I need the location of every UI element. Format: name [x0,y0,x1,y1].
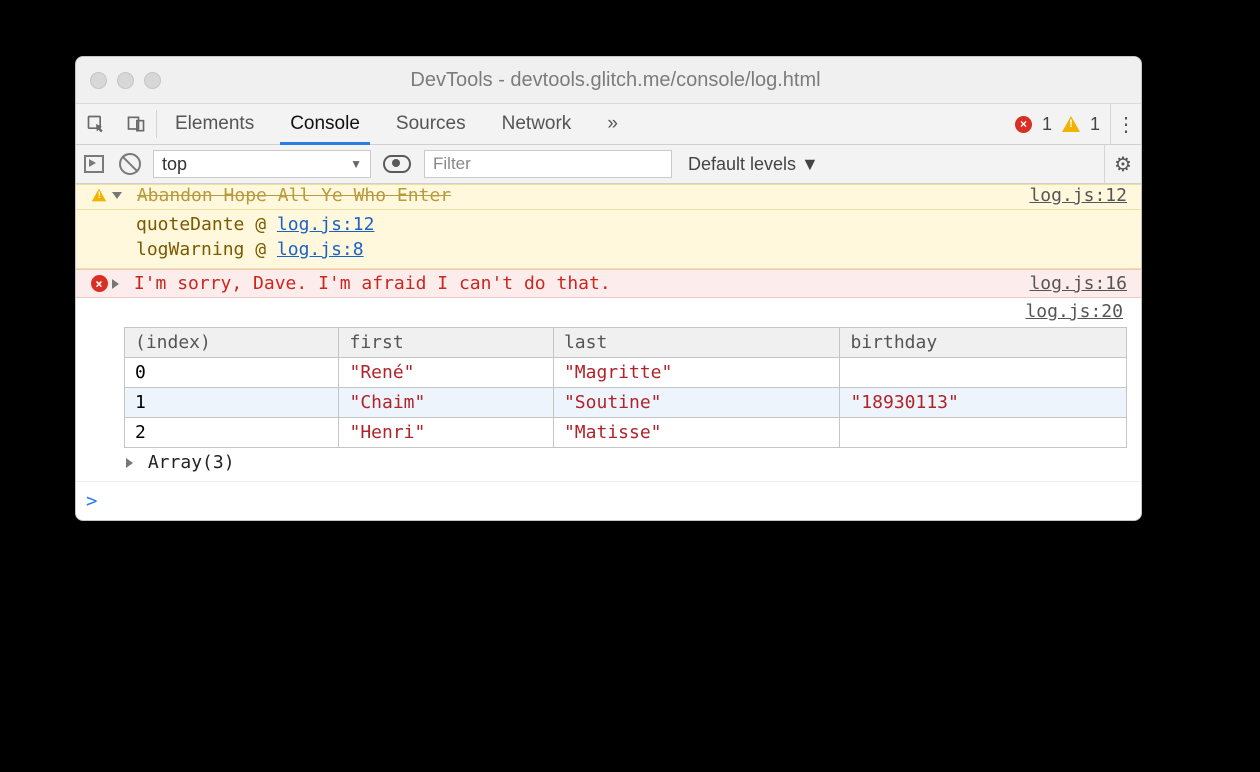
warning-icon [1062,116,1080,132]
table-header[interactable]: birthday [840,328,1127,358]
table-row[interactable]: 1 "Chaim" "Soutine" "18930113" [125,388,1127,418]
source-link[interactable]: log.js:8 [277,239,364,260]
minimize-window-button[interactable] [117,72,134,89]
titlebar: DevTools - devtools.glitch.me/console/lo… [76,57,1141,104]
tab-network[interactable]: Network [484,104,590,144]
table-header[interactable]: last [553,328,840,358]
clear-console-button[interactable] [112,153,148,175]
warning-text: Abandon Hope All Ye Who Enter [137,185,451,206]
console-prompt[interactable]: > [76,481,1141,520]
eye-icon [383,155,411,173]
console-output: Abandon Hope All Ye Who Enter log.js:12 … [76,184,1141,520]
scope-label: top [162,154,187,175]
table-header[interactable]: first [339,328,553,358]
error-icon: × [1015,116,1032,133]
table-header[interactable]: (index) [125,328,339,358]
console-table: (index) first last birthday 0 "René" "Ma… [76,327,1141,481]
tab-sources[interactable]: Sources [378,104,484,144]
toggle-drawer-button[interactable] [76,155,112,173]
device-toolbar-icon[interactable] [116,104,156,144]
close-window-button[interactable] [90,72,107,89]
settings-menu-button[interactable] [1110,104,1141,144]
clear-icon [119,153,141,175]
execution-context-select[interactable]: top ▼ [153,150,371,178]
console-warning-row[interactable]: Abandon Hope All Ye Who Enter log.js:12 [76,184,1141,210]
console-toolbar: top ▼ Filter Default levels ▼ ⚙ [76,145,1141,184]
stack-frame[interactable]: logWarning @ log.js:8 [136,237,1141,262]
filter-placeholder: Filter [433,154,471,174]
filter-input[interactable]: Filter [424,150,672,178]
source-link[interactable]: log.js:12 [1029,185,1131,206]
prompt-chevron: > [86,490,97,512]
issue-counts[interactable]: × 1 1 [1005,104,1110,144]
tab-console[interactable]: Console [272,104,378,144]
gear-icon: ⚙ [1114,152,1132,177]
kebab-icon [1116,112,1136,137]
table-row[interactable]: 2 "Henri" "Matisse" [125,418,1127,448]
panel-tabs: Elements Console Sources Network » × 1 1 [76,104,1141,145]
disclosure-triangle[interactable] [126,458,133,468]
error-icon: × [91,275,108,292]
error-count: 1 [1042,114,1052,135]
window-traffic-lights [76,72,200,89]
tabs-overflow[interactable]: » [589,104,636,144]
warning-icon [92,189,106,202]
window-title: DevTools - devtools.glitch.me/console/lo… [200,69,1141,92]
disclosure-triangle[interactable] [112,279,119,289]
table-row[interactable]: 0 "René" "Magritte" [125,358,1127,388]
source-link[interactable]: log.js:12 [277,214,375,235]
console-row: log.js:20 [76,298,1141,325]
chevron-down-icon: ▼ [350,157,362,171]
log-level-select[interactable]: Default levels ▼ [680,154,827,175]
error-text: I'm sorry, Dave. I'm afraid I can't do t… [134,273,611,294]
console-settings-button[interactable]: ⚙ [1104,145,1141,183]
devtools-window: DevTools - devtools.glitch.me/console/lo… [75,56,1142,521]
zoom-window-button[interactable] [144,72,161,89]
inspect-element-icon[interactable] [76,104,116,144]
live-expression-button[interactable] [379,155,415,173]
stack-trace: quoteDante @ log.js:12 logWarning @ log.… [76,210,1141,269]
table-summary[interactable]: Array(3) [124,448,1127,481]
table-header-row: (index) first last birthday [125,328,1127,358]
console-error-row[interactable]: × I'm sorry, Dave. I'm afraid I can't do… [76,269,1141,298]
source-link[interactable]: log.js:20 [1025,301,1127,322]
stack-frame[interactable]: quoteDante @ log.js:12 [136,212,1141,237]
warning-count: 1 [1090,114,1100,135]
disclosure-triangle-open[interactable] [112,192,122,199]
tab-elements[interactable]: Elements [157,104,272,144]
source-link[interactable]: log.js:16 [1029,273,1131,294]
